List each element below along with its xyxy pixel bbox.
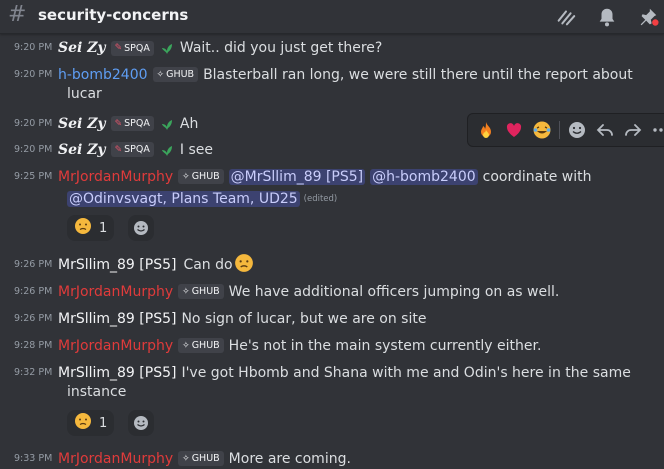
toolbar-divider	[559, 121, 560, 139]
sparkle-icon: ✧	[182, 453, 190, 464]
add-reaction-button[interactable]	[128, 215, 154, 241]
sparkle-icon: ✧	[182, 340, 190, 351]
username[interactable]: Sei Zy	[58, 142, 106, 158]
smiley-icon	[134, 221, 148, 235]
role-leaf-icon	[159, 142, 175, 158]
message-text: coordinate with	[482, 168, 592, 185]
fire-emoji[interactable]	[475, 119, 497, 141]
server-tag-label: GHUB	[191, 171, 220, 182]
laughing-emoji[interactable]	[531, 119, 553, 141]
username[interactable]: h-bomb2400	[58, 67, 148, 83]
server-tag-label: SPQA	[124, 118, 150, 129]
message-text-continued: lucar	[67, 86, 102, 102]
user-mention[interactable]: @h-bomb2400	[370, 168, 478, 185]
server-tag[interactable]: ✧ GHUB	[178, 284, 224, 299]
server-tag[interactable]: ✎ SPQA	[110, 40, 154, 56]
message-text: He's not in the main system currently ei…	[228, 337, 542, 354]
syringe-icon: ✎	[114, 118, 123, 129]
server-tag[interactable]: ✎ SPQA	[110, 116, 154, 131]
timestamp: 9:32 PM	[14, 367, 53, 378]
username[interactable]: MrSllim_89 [PS5]	[58, 257, 176, 273]
sparkle-icon: ✧	[182, 286, 190, 297]
timestamp: 9:28 PM	[14, 340, 53, 351]
timestamp: 9:20 PM	[14, 144, 53, 155]
message-text: I've got Hbomb and Shana with me and Odi…	[181, 364, 631, 381]
timestamp: 9:20 PM	[14, 69, 53, 80]
username[interactable]: MrJordanMurphy	[58, 338, 173, 354]
username[interactable]: MrSllim_89 [PS5]	[58, 311, 176, 327]
timestamp: 9:33 PM	[14, 453, 53, 464]
message-text: No sign of lucar, but we are on site	[181, 310, 427, 327]
role-leaf-icon	[159, 116, 175, 132]
server-tag[interactable]: ✧ GHUB	[178, 451, 224, 466]
forward-icon[interactable]	[622, 119, 644, 141]
message-text: More are coming.	[228, 450, 351, 467]
message-text: I see	[179, 141, 213, 158]
server-tag-label: GHUB	[191, 340, 220, 351]
syringe-icon: ✎	[114, 43, 123, 53]
server-tag-label: SPQA	[124, 144, 150, 155]
server-tag[interactable]: ✎ SPQA	[110, 142, 154, 157]
confused-face-emoji	[74, 412, 92, 434]
timestamp: 9:25 PM	[14, 171, 53, 182]
edited-label: (edited)	[303, 194, 338, 204]
server-tag-label: SPQA	[124, 42, 150, 54]
hashtag-icon: #	[8, 2, 27, 27]
server-tag[interactable]: ✧ GHUB	[178, 169, 224, 184]
message-text-continued: instance	[67, 384, 127, 400]
timestamp: 9:26 PM	[14, 313, 53, 324]
server-tag-label: GHUB	[191, 453, 220, 464]
reaction-chip[interactable]: 1	[67, 410, 115, 436]
add-reaction-button[interactable]	[128, 410, 154, 436]
username[interactable]: MrJordanMurphy	[58, 451, 173, 467]
reply-icon[interactable]	[594, 119, 616, 141]
username[interactable]: Sei Zy	[58, 40, 106, 56]
timestamp: 9:26 PM	[14, 286, 53, 297]
reaction-count: 1	[99, 220, 108, 236]
message-hover-toolbar	[467, 113, 664, 147]
timestamp: 9:20 PM	[14, 118, 53, 129]
server-tag-label: GHUB	[191, 286, 220, 297]
reaction-count: 1	[99, 415, 108, 431]
user-mention[interactable]: @MrSllim_89 [PS5]	[228, 168, 366, 185]
smiley-icon	[134, 416, 148, 430]
sparkle-icon: ✧	[182, 171, 190, 182]
username[interactable]: MrJordanMurphy	[58, 284, 173, 300]
message-text: Wait.. did you just get there?	[179, 40, 383, 56]
reaction-chip[interactable]: 1	[67, 215, 115, 241]
message-text: Ah	[179, 115, 199, 132]
heart-emoji[interactable]	[503, 119, 525, 141]
username[interactable]: Sei Zy	[58, 116, 106, 132]
username[interactable]: MrSllim_89 [PS5]	[58, 365, 176, 381]
role-leaf-icon	[159, 40, 175, 56]
bell-icon[interactable]	[596, 6, 618, 28]
syringe-icon: ✎	[114, 144, 123, 155]
confused-face-emoji	[74, 217, 92, 239]
message-text: Can do	[183, 257, 233, 273]
confused-face-emoji	[234, 253, 254, 277]
server-tag-label: GHUB	[166, 69, 195, 80]
channel-header: # security-concerns	[0, 0, 664, 34]
more-icon[interactable]	[650, 119, 664, 141]
message-text: Blasterball ran long, we were still ther…	[203, 66, 633, 83]
message-text: We have additional officers jumping on a…	[228, 283, 560, 300]
pin-icon[interactable]	[637, 6, 659, 28]
username[interactable]: MrJordanMurphy	[58, 169, 173, 185]
server-tag[interactable]: ✧ GHUB	[178, 338, 224, 353]
timestamp: 9:26 PM	[14, 259, 53, 270]
timestamp: 9:20 PM	[14, 42, 53, 53]
server-tag[interactable]: ✧ GHUB	[152, 67, 199, 82]
sparkle-icon: ✧	[156, 69, 165, 80]
threads-icon[interactable]	[555, 6, 577, 28]
add-reaction-icon[interactable]	[566, 119, 588, 141]
user-mention[interactable]: @Odinvsvagt, Plans Team, UD25	[67, 191, 300, 207]
channel-name: security-concerns	[38, 6, 189, 24]
